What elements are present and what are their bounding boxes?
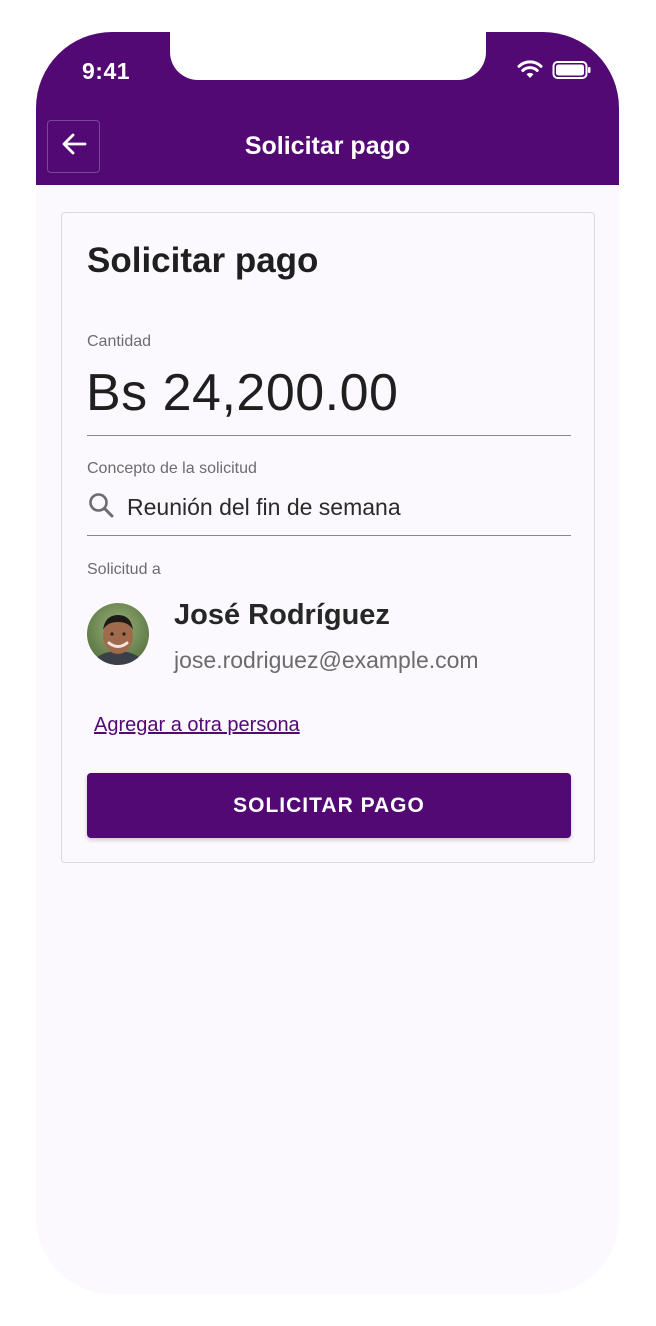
add-person-link[interactable]: Agregar a otra persona [94,714,300,737]
phone-screen: 9:41 Solicitar pago Solicitar pago Canti… [36,32,619,1294]
concept-input[interactable] [127,494,557,521]
recipient-label: Solicitud a [87,561,161,578]
battery-icon [552,60,592,85]
status-icons [517,60,592,85]
request-card: Solicitar pago Cantidad Bs 24,200.00 Con… [61,212,595,863]
concept-row [87,491,557,524]
amount-underline [87,435,571,436]
amount-field[interactable]: Bs 24,200.00 [86,363,398,423]
status-time: 9:41 [82,58,131,84]
avatar [87,603,149,665]
amount-label: Cantidad [87,333,152,350]
header-title: Solicitar pago [244,132,411,160]
concept-underline [87,535,571,536]
request-payment-button[interactable]: SOLICITAR PAGO [87,773,571,838]
device-notch [170,32,486,80]
concept-label: Concepto de la solicitud [87,460,257,477]
wifi-icon [517,60,543,85]
recipient-email: jose.rodriguez@example.com [174,647,479,673]
app-header: 9:41 Solicitar pago [36,32,619,185]
recipient-name: José Rodríguez [174,599,390,631]
card-title: Solicitar pago [87,241,319,280]
search-icon [87,491,115,524]
